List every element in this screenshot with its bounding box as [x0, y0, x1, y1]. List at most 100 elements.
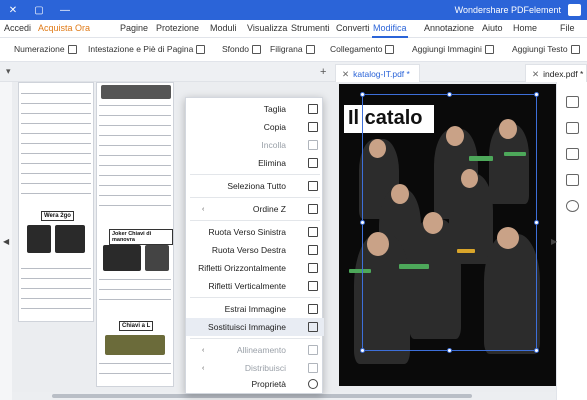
product-wrench-image	[145, 245, 169, 271]
resize-handle[interactable]	[360, 92, 365, 97]
maximize-icon[interactable]: ▢	[26, 0, 52, 20]
tool-numerazione[interactable]: Numerazione	[14, 44, 77, 54]
menu-login[interactable]: Accedi	[4, 23, 31, 33]
menu-modifica[interactable]: Modifica	[373, 23, 407, 33]
ctx-copia-label: Copia	[263, 122, 286, 132]
document-tabs: ▾ + ✕ katalog-IT.pdf * ✕ index.pdf *	[0, 62, 587, 82]
menu-moduli[interactable]: Moduli	[210, 23, 237, 33]
ctx-estrai-immagine[interactable]: Estrai Immagine	[186, 300, 324, 318]
ctx-incolla[interactable]: Incolla	[186, 136, 324, 154]
product-case-image	[55, 225, 85, 253]
tool-collegamento-label: Collegamento	[330, 44, 383, 54]
search-icon[interactable]	[566, 200, 579, 212]
bookmark-icon[interactable]	[566, 122, 579, 134]
resize-handle[interactable]	[447, 348, 452, 353]
menu-store[interactable]: Acquista Ora	[38, 23, 90, 33]
submenu-arrow-icon: ‹	[202, 346, 205, 354]
menu-annotazione[interactable]: Annotazione	[424, 23, 474, 33]
ctx-sostituisci-immagine[interactable]: Sostituisci Immagine	[186, 318, 324, 336]
tab-close-icon[interactable]: ✕	[532, 69, 539, 79]
left-gutter: ◀	[0, 82, 12, 400]
menu-protezione[interactable]: Protezione	[156, 23, 199, 33]
tab-index[interactable]: ✕ index.pdf *	[525, 64, 587, 82]
menu-home[interactable]: Home	[513, 23, 537, 33]
tool-collegamento[interactable]: Collegamento	[330, 44, 395, 54]
flip-horizontal-icon	[308, 263, 318, 273]
scrollbar-thumb[interactable]	[52, 394, 472, 398]
tabs-dropdown-icon[interactable]: ▾	[6, 66, 11, 77]
rotate-right-icon	[308, 245, 318, 255]
link-icon	[385, 44, 395, 54]
product-hex-keys-image	[105, 335, 165, 355]
ctx-estrai-immagine-label: Estrai Immagine	[224, 304, 286, 314]
product-bag-image	[27, 225, 51, 253]
resize-handle[interactable]	[534, 348, 539, 353]
menu-bar: Accedi Acquista Ora Pagine Protezione Mo…	[0, 20, 587, 38]
ctx-separator	[190, 297, 320, 298]
context-menu: Taglia Copia Incolla Elimina Seleziona T…	[185, 97, 324, 394]
numbering-icon	[67, 44, 77, 54]
ctx-separator	[190, 220, 320, 221]
tool-aggiungi-immagini-label: Aggiungi Immagini	[412, 44, 482, 54]
panel-collapse-icon[interactable]: ▶	[551, 237, 557, 246]
page-prev-icon[interactable]: ◀	[3, 237, 9, 246]
ctx-copia[interactable]: Copia	[186, 118, 324, 136]
ctx-rifletti-orizz[interactable]: Rifletti Orizzontalmente	[186, 259, 324, 277]
background-icon	[251, 44, 261, 54]
menu-visualizza[interactable]: Visualizza	[247, 23, 287, 33]
tab-index-label: index.pdf *	[543, 69, 584, 79]
menu-pagine[interactable]: Pagine	[120, 23, 148, 33]
close-icon[interactable]: ✕	[0, 0, 26, 20]
menu-aiuto[interactable]: Aiuto	[482, 23, 503, 33]
comment-icon[interactable]	[566, 148, 579, 160]
block-title-wera: Wera 2go	[41, 211, 74, 221]
ctx-rifletti-vert[interactable]: Rifletti Verticalmente	[186, 277, 324, 295]
image-selection-box[interactable]	[360, 92, 539, 353]
tool-aggiungi-testo[interactable]: Aggiungi Testo	[512, 44, 580, 54]
resize-handle[interactable]	[534, 92, 539, 97]
ctx-rifletti-vert-label: Rifletti Verticalmente	[208, 281, 286, 291]
ctx-allineamento[interactable]: ‹ Allineamento	[186, 341, 324, 359]
tool-numerazione-label: Numerazione	[14, 44, 65, 54]
copy-icon	[308, 122, 318, 132]
menu-file[interactable]: File	[560, 23, 575, 33]
submenu-arrow-icon: ‹	[202, 205, 205, 213]
ctx-ruota-destra[interactable]: Ruota Verso Destra	[186, 241, 324, 259]
ctx-separator	[190, 338, 320, 339]
tool-sfondo[interactable]: Sfondo	[222, 44, 261, 54]
scissors-icon	[308, 104, 318, 114]
new-tab-button[interactable]: +	[320, 66, 326, 78]
ctx-elimina[interactable]: Elimina	[186, 154, 324, 172]
ctx-ordine-z-label: Ordine Z	[252, 204, 286, 214]
resize-handle[interactable]	[360, 348, 365, 353]
ctx-seleziona-tutto[interactable]: Seleziona Tutto	[186, 177, 324, 195]
resize-handle[interactable]	[534, 220, 539, 225]
distribute-icon	[308, 363, 318, 373]
tool-filigrana[interactable]: Filigrana	[270, 44, 315, 54]
attachment-icon[interactable]	[566, 174, 579, 186]
resize-handle[interactable]	[447, 92, 452, 97]
z-order-icon	[308, 204, 318, 214]
menu-strumenti[interactable]: Strumenti	[291, 23, 330, 33]
ctx-taglia[interactable]: Taglia	[186, 100, 324, 118]
tool-intestazione-label: Intestazione e Piè di Pagina	[88, 44, 194, 54]
tab-katalog[interactable]: ✕ katalog-IT.pdf *	[335, 64, 420, 82]
tab-katalog-label: katalog-IT.pdf *	[353, 69, 410, 79]
ctx-ruota-sinistra[interactable]: Ruota Verso Sinistra	[186, 223, 324, 241]
ctx-distribuisci-label: Distribuisci	[244, 363, 286, 373]
flip-vertical-icon	[308, 281, 318, 291]
ctx-proprieta[interactable]: Proprietà	[186, 375, 324, 393]
paste-icon	[308, 140, 318, 150]
ctx-seleziona-tutto-label: Seleziona Tutto	[227, 181, 286, 191]
thumbnails-icon[interactable]	[566, 96, 579, 108]
title-bar: ✕ ▢ — Wondershare PDFelement	[0, 0, 587, 20]
tool-intestazione[interactable]: Intestazione e Piè di Pagina	[88, 44, 206, 54]
minimize-icon[interactable]: —	[52, 0, 78, 20]
tab-close-icon[interactable]: ✕	[342, 69, 349, 79]
add-text-icon	[570, 44, 580, 54]
menu-converti[interactable]: Converti	[336, 23, 370, 33]
right-side-panel: ▶	[551, 82, 587, 400]
resize-handle[interactable]	[360, 220, 365, 225]
ctx-ordine-z[interactable]: ‹ Ordine Z	[186, 200, 324, 218]
tool-aggiungi-immagini[interactable]: Aggiungi Immagini	[412, 44, 494, 54]
